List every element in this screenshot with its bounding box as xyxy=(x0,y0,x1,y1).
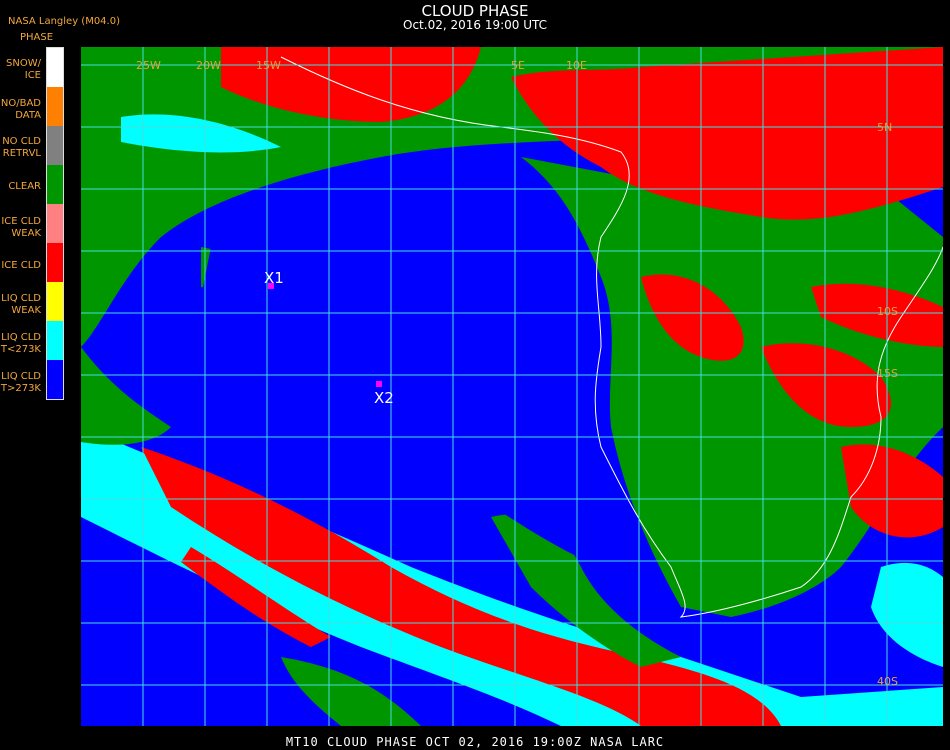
lon-label-4: 10E xyxy=(566,59,587,72)
legend-colorbar xyxy=(46,47,64,400)
lat-label-0: 5N xyxy=(877,121,892,134)
lon-label-2: 15W xyxy=(256,59,281,72)
legend-label-0: SNOW/ ICE xyxy=(6,58,41,81)
legend-label-3: CLEAR xyxy=(8,181,41,192)
marker-x2-point xyxy=(376,381,382,387)
legend-swatch-4 xyxy=(47,204,63,243)
lon-label-3: 5E xyxy=(511,59,525,72)
legend-label-1: NO/BAD DATA xyxy=(0,98,41,121)
timestamp: Oct.02, 2016 19:00 UTC xyxy=(403,18,547,32)
legend-swatch-1 xyxy=(47,87,63,126)
lat-label-1: 10S xyxy=(877,305,898,318)
legend-swatch-8 xyxy=(47,360,63,399)
lon-label-0: 25W xyxy=(136,59,161,72)
lon-label-1: 20W xyxy=(196,59,221,72)
legend-swatch-2 xyxy=(47,126,63,165)
legend-label-5: ICE CLD xyxy=(1,260,41,271)
legend-label-2: NO CLD RETRVL xyxy=(2,136,41,159)
cloud-phase-map: 25W 20W 15W 5E 10E 5N 10S 15S 40S X1 X2 xyxy=(81,47,943,726)
legend-label-7: LIQ CLD T<273K xyxy=(0,332,41,355)
marker-x1: X1 xyxy=(264,269,284,289)
legend-label-4: ICE CLD WEAK xyxy=(1,216,41,239)
footer-caption: MT10 CLOUD PHASE OCT 02, 2016 19:00Z NAS… xyxy=(285,735,665,749)
legend-swatch-3 xyxy=(47,165,63,204)
legend-swatch-7 xyxy=(47,321,63,360)
legend-swatch-0 xyxy=(47,48,63,87)
lat-label-3: 40S xyxy=(877,675,898,688)
legend-swatch-5 xyxy=(47,243,63,282)
legend-title: PHASE xyxy=(20,32,54,43)
map-canvas: 25W 20W 15W 5E 10E 5N 10S 15S 40S X1 X2 xyxy=(81,47,943,726)
lat-label-2: 15S xyxy=(877,367,898,380)
legend-swatch-6 xyxy=(47,282,63,321)
marker-x2-label: X2 xyxy=(374,389,394,407)
legend-label-8: LIQ CLD T>273K xyxy=(0,371,41,394)
legend-label-6: LIQ CLD WEAK xyxy=(1,293,41,316)
marker-x1-label: X1 xyxy=(264,269,284,287)
